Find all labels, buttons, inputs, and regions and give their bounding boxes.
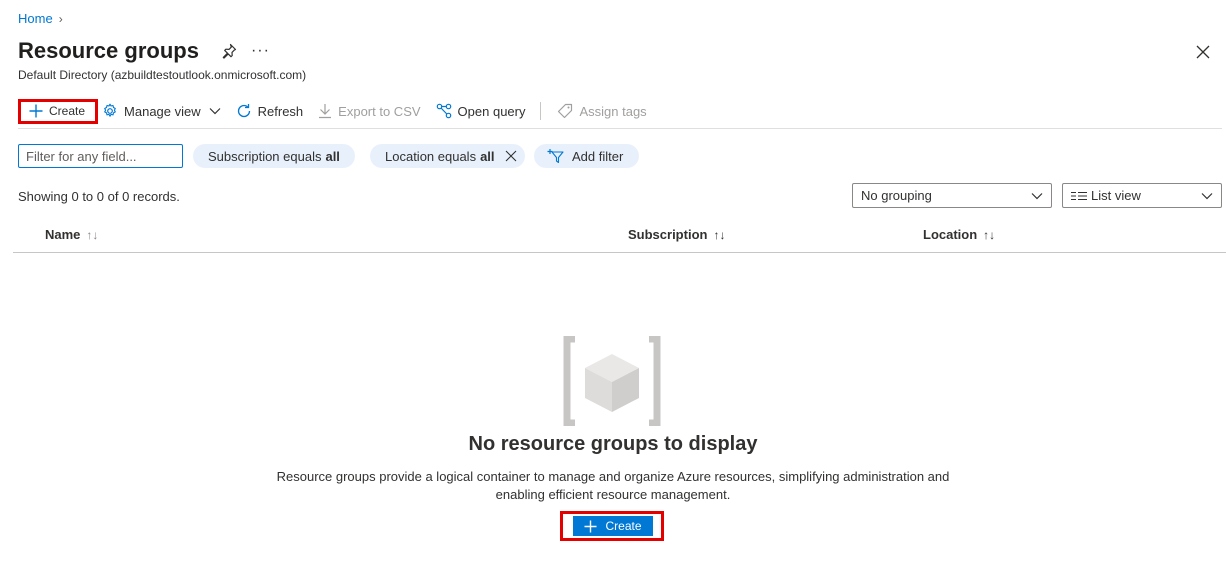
empty-state-title: No resource groups to display: [468, 433, 758, 455]
table-header-divider: [13, 252, 1226, 253]
sort-icon[interactable]: ↑↓: [713, 228, 725, 242]
breadcrumb-home-link[interactable]: Home: [18, 11, 53, 26]
empty-state-description-line: enabling efficient resource management.: [495, 487, 731, 502]
chevron-down-icon: [1201, 192, 1213, 200]
chevron-right-icon: ›: [58, 11, 63, 26]
column-header-label: Location: [923, 227, 978, 242]
manage-view-label: Manage view: [124, 103, 201, 119]
export-csv-label: Export to CSV: [338, 103, 421, 119]
manage-view-button[interactable]: Manage view: [102, 99, 221, 123]
refresh-label: Refresh: [257, 103, 304, 119]
pin-icon[interactable]: [221, 43, 237, 59]
close-icon[interactable]: [505, 150, 517, 162]
plus-icon: [584, 520, 597, 533]
grouping-selected: No grouping: [861, 188, 932, 203]
create-label: Create: [605, 519, 642, 533]
column-header-label: Subscription: [628, 227, 708, 242]
toolbar-divider-line: [18, 128, 1222, 129]
chevron-down-icon: [1031, 192, 1043, 200]
query-icon: [436, 103, 452, 119]
refresh-button[interactable]: Refresh: [236, 99, 304, 123]
directory-subtitle: Default Directory (azbuildtestoutlook.on…: [18, 68, 307, 82]
add-filter-icon: [546, 148, 564, 164]
page-title: Resource groups: [18, 38, 199, 63]
column-header-location[interactable]: Location ↑↓: [923, 227, 995, 242]
refresh-icon: [236, 103, 252, 119]
filter-input[interactable]: [18, 144, 183, 168]
close-icon[interactable]: [1192, 41, 1214, 63]
assign-tags-button[interactable]: Assign tags: [557, 99, 647, 123]
column-header-subscription[interactable]: Subscription ↑↓: [628, 227, 725, 242]
chevron-down-icon: [209, 107, 221, 115]
subscription-filter-pill[interactable]: Subscription equals all: [193, 144, 355, 168]
list-view-icon: [1071, 191, 1087, 201]
download-icon: [318, 103, 332, 119]
sort-icon[interactable]: ↑↓: [983, 228, 995, 242]
records-count: Showing 0 to 0 of 0 records.: [18, 189, 180, 204]
empty-state-create-button[interactable]: Create: [573, 516, 653, 536]
open-query-label: Open query: [457, 103, 526, 119]
location-filter-label: Location equals: [385, 148, 477, 164]
tag-icon: [557, 103, 573, 119]
command-bar: Create Manage view Refresh Export to CSV…: [18, 98, 647, 124]
column-header-label: Name: [45, 227, 81, 242]
gear-icon: [102, 103, 118, 119]
empty-state-description: Resource groups provide a logical contai…: [263, 468, 963, 504]
empty-state-create-highlight: Create: [560, 511, 664, 541]
resource-group-icon: [563, 335, 661, 429]
plus-icon: [29, 104, 43, 118]
subscription-filter-value: all: [325, 148, 340, 164]
empty-state-description-line: Resource groups provide a logical contai…: [276, 469, 950, 484]
grouping-dropdown[interactable]: No grouping: [852, 183, 1052, 208]
view-selected: List view: [1091, 188, 1141, 203]
location-filter-value: all: [480, 148, 495, 164]
more-options-icon[interactable]: ···: [251, 42, 270, 60]
title-row: Resource groups ···: [18, 38, 270, 64]
view-dropdown[interactable]: List view: [1062, 183, 1222, 208]
sort-icon[interactable]: ↑↓: [86, 228, 98, 242]
open-query-button[interactable]: Open query: [436, 99, 526, 123]
column-header-name[interactable]: Name ↑↓: [45, 227, 98, 242]
subscription-filter-label: Subscription equals: [208, 148, 322, 164]
assign-tags-label: Assign tags: [579, 103, 647, 119]
location-filter-pill[interactable]: Location equals all: [370, 144, 525, 168]
toolbar-divider: [540, 102, 542, 120]
create-label: Create: [49, 104, 86, 118]
export-csv-button[interactable]: Export to CSV: [318, 99, 421, 123]
create-button[interactable]: Create: [18, 98, 99, 124]
add-filter-label: Add filter: [572, 148, 624, 164]
add-filter-button[interactable]: Add filter: [534, 144, 640, 168]
breadcrumb: Home ›: [18, 11, 63, 26]
